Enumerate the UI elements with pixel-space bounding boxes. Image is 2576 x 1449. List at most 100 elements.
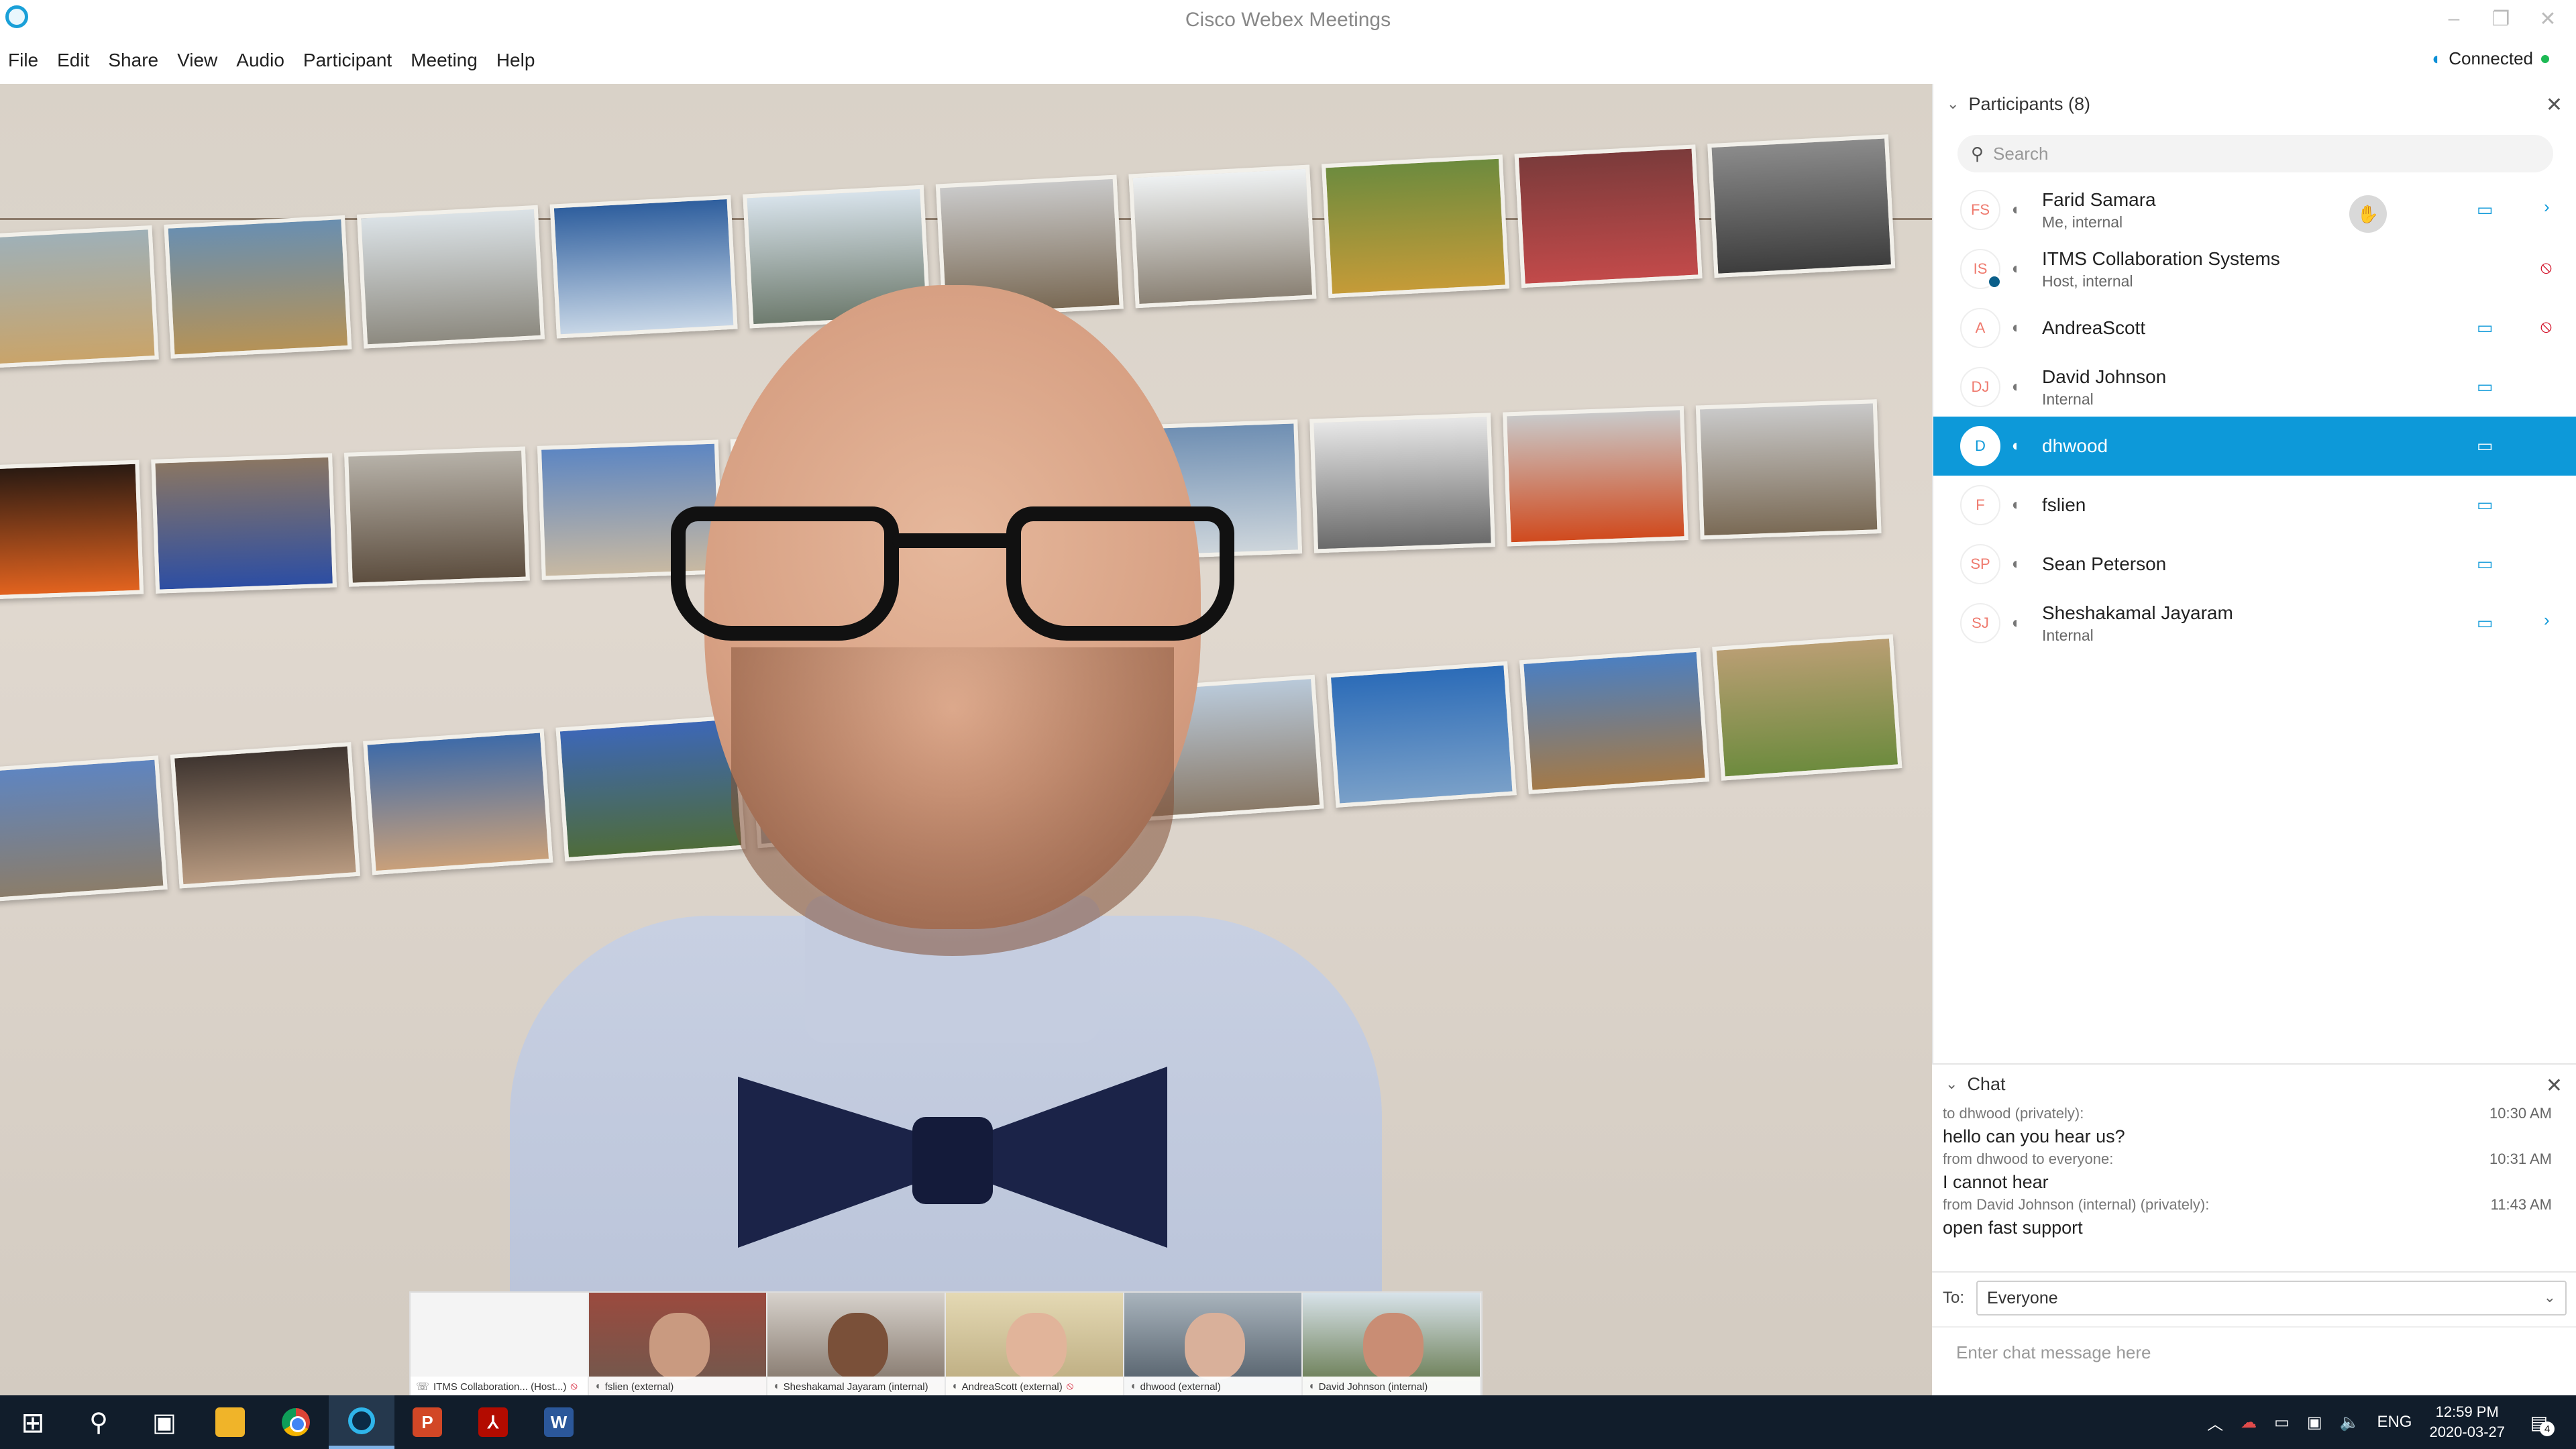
volume-icon[interactable]: 🔈 bbox=[2340, 1413, 2360, 1432]
avatar: DJ bbox=[1960, 367, 2000, 407]
close-chat-icon[interactable]: ✕ bbox=[2546, 1074, 2563, 1097]
chat-recipient-select[interactable]: Everyone ⌄ bbox=[1976, 1281, 2567, 1316]
chat-body: open fast support bbox=[1943, 1217, 2083, 1238]
participant-name: David Johnson bbox=[2042, 366, 2167, 387]
chat-message-input[interactable] bbox=[1956, 1342, 2552, 1383]
acrobat-icon: ⅄ bbox=[478, 1407, 508, 1437]
participants-header[interactable]: ⌄ Participants (8) ✕ bbox=[1933, 84, 2576, 124]
filmstrip-thumb[interactable]: ◖ AndreaScott (external) ⦸ bbox=[946, 1293, 1124, 1395]
menu-meeting[interactable]: Meeting bbox=[411, 50, 478, 71]
video-camera-icon[interactable]: ▭ bbox=[2477, 317, 2493, 338]
search-input[interactable] bbox=[1993, 143, 2517, 164]
menu-audio[interactable]: Audio bbox=[236, 50, 284, 71]
windows-logo-icon: ⊞ bbox=[21, 1406, 45, 1438]
network-icon[interactable]: ▣ bbox=[2307, 1413, 2322, 1432]
bowtie-right bbox=[973, 1067, 1167, 1248]
video-camera-icon[interactable]: ▭ bbox=[2477, 612, 2493, 633]
menu-participant[interactable]: Participant bbox=[303, 50, 392, 71]
thumb-face bbox=[1006, 1313, 1067, 1380]
video-camera-icon[interactable]: ▭ bbox=[2477, 553, 2493, 574]
start-button[interactable]: ⊞ bbox=[0, 1395, 66, 1449]
chevron-down-icon[interactable]: ⌄ bbox=[1947, 95, 1959, 113]
mic-muted-icon[interactable]: ⦸ bbox=[2540, 257, 2552, 278]
participant-row[interactable]: SJ ◖ Sheshakamal Jayaram Internal ▭ › bbox=[1933, 594, 2576, 653]
connection-status[interactable]: ◖ Connected bbox=[2430, 48, 2549, 69]
mic-muted-icon: ⦸ bbox=[570, 1381, 578, 1392]
powerpoint-button[interactable]: P bbox=[394, 1395, 460, 1449]
video-camera-icon[interactable]: ▭ bbox=[2477, 494, 2493, 515]
chat-recipient-value: Everyone bbox=[1987, 1288, 2058, 1307]
video-camera-icon[interactable]: ▭ bbox=[2477, 376, 2493, 397]
chat-meta: from dhwood to everyone: 10:31 AM bbox=[1943, 1149, 2552, 1169]
thumb-face bbox=[1185, 1313, 1245, 1380]
menu-view[interactable]: View bbox=[177, 50, 217, 71]
more-icon[interactable]: › bbox=[2544, 197, 2550, 217]
active-speaker-video[interactable]: ☏ ITMS Collaboration... (Host...) ⦸ ◖ fs… bbox=[0, 84, 1932, 1395]
action-center-button[interactable]: ▤ 4 bbox=[2522, 1405, 2556, 1439]
more-icon[interactable]: › bbox=[2544, 610, 2550, 631]
wall-photo bbox=[0, 755, 168, 902]
search-taskbar-button[interactable]: ⚲ bbox=[66, 1395, 131, 1449]
filmstrip-thumb[interactable]: ◖ David Johnson (internal) bbox=[1303, 1293, 1481, 1395]
chrome-icon bbox=[282, 1408, 310, 1436]
mic-muted-icon[interactable]: ⦸ bbox=[2540, 316, 2552, 337]
chat-to-label: To: bbox=[1943, 1289, 1965, 1307]
clock[interactable]: 12:59 PM 2020-03-27 bbox=[2429, 1402, 2505, 1442]
chevron-up-icon[interactable]: ︿ bbox=[2207, 1411, 2223, 1434]
thumb-caption: ◖ Sheshakamal Jayaram (internal) bbox=[767, 1377, 945, 1395]
battery-icon[interactable]: ▭ bbox=[2274, 1413, 2290, 1432]
wall-photo bbox=[0, 460, 144, 600]
menu-edit[interactable]: Edit bbox=[57, 50, 89, 71]
close-panel-icon[interactable]: ✕ bbox=[2546, 93, 2563, 117]
participant-search[interactable]: ⚲ bbox=[1957, 135, 2553, 172]
thumb-label: Sheshakamal Jayaram (internal) bbox=[783, 1381, 928, 1393]
participant-name: Farid Samara bbox=[2042, 189, 2156, 210]
filmstrip-thumb[interactable]: ☏ ITMS Collaboration... (Host...) ⦸ bbox=[411, 1293, 589, 1395]
participant-row[interactable]: DJ ◖ David Johnson Internal ▭ bbox=[1933, 358, 2576, 417]
minimize-icon[interactable]: – bbox=[2432, 4, 2475, 34]
thumb-label: David Johnson (internal) bbox=[1318, 1381, 1428, 1393]
task-view-button[interactable]: ▣ bbox=[131, 1395, 197, 1449]
search-icon: ⚲ bbox=[1971, 143, 1984, 164]
video-camera-icon[interactable]: ▭ bbox=[2477, 435, 2493, 456]
chevron-down-icon[interactable]: ⌄ bbox=[1945, 1075, 1957, 1093]
audio-icon: ◖ bbox=[951, 1381, 958, 1392]
close-window-icon[interactable]: ✕ bbox=[2526, 4, 2569, 34]
wall-photo bbox=[170, 742, 361, 889]
menu-bar: File Edit Share View Audio Participant M… bbox=[0, 42, 2576, 79]
participant-row[interactable]: A ◖ AndreaScott ▭ ⦸ bbox=[1933, 299, 2576, 358]
menu-share[interactable]: Share bbox=[108, 50, 158, 71]
chat-panel: ⌄ Chat ✕ to dhwood (privately): 10:30 AM… bbox=[1932, 1063, 2576, 1395]
onedrive-icon[interactable]: ☁ bbox=[2241, 1413, 2257, 1432]
participant-row[interactable]: F ◖ fslien ▭ bbox=[1933, 476, 2576, 535]
menu-file[interactable]: File bbox=[8, 50, 38, 71]
participant-row[interactable]: SP ◖ Sean Peterson ▭ bbox=[1933, 535, 2576, 594]
glasses-bridge bbox=[892, 533, 1013, 548]
filmstrip-thumb[interactable]: ◖ fslien (external) bbox=[589, 1293, 767, 1395]
participant-row[interactable]: IS ◖ ITMS Collaboration Systems Host, in… bbox=[1933, 239, 2576, 299]
webex-taskbar-button[interactable] bbox=[329, 1395, 394, 1449]
audio-icon: ◖ bbox=[2010, 319, 2020, 337]
video-camera-icon[interactable]: ▭ bbox=[2477, 199, 2493, 220]
avatar: FS bbox=[1960, 190, 2000, 230]
menu-help[interactable]: Help bbox=[496, 50, 535, 71]
chrome-button[interactable] bbox=[263, 1395, 329, 1449]
chat-title: Chat bbox=[1967, 1073, 2006, 1094]
file-explorer-button[interactable] bbox=[197, 1395, 263, 1449]
word-button[interactable]: W bbox=[526, 1395, 592, 1449]
language-indicator[interactable]: ENG bbox=[2377, 1413, 2412, 1432]
chat-header[interactable]: ⌄ Chat ✕ bbox=[1932, 1065, 2576, 1104]
participant-text: David Johnson Internal bbox=[2042, 366, 2166, 409]
filmstrip-thumb[interactable]: ◖ dhwood (external) bbox=[1124, 1293, 1303, 1395]
participant-row[interactable]: FS ◖ Farid Samara Me, internal ✋ ▭ › bbox=[1933, 180, 2576, 239]
participant-name: fslien bbox=[2042, 494, 2086, 515]
glasses-lens-right bbox=[1006, 506, 1234, 641]
raise-hand-icon[interactable]: ✋ bbox=[2349, 195, 2387, 233]
audio-icon: ◖ bbox=[2010, 437, 2020, 455]
acrobat-button[interactable]: ⅄ bbox=[460, 1395, 526, 1449]
filmstrip-thumb[interactable]: ◖ Sheshakamal Jayaram (internal) bbox=[767, 1293, 946, 1395]
windows-taskbar: ⊞ ⚲ ▣ P ⅄ W ︿ ☁ ▭ ▣ 🔈 ENG 12:59 PM 2020-… bbox=[0, 1395, 2576, 1449]
maximize-icon[interactable]: ❐ bbox=[2479, 4, 2522, 34]
participant-row-selected[interactable]: D ◖ dhwood ▭ bbox=[1933, 417, 2576, 476]
phone-audio-icon: ☏ bbox=[416, 1381, 430, 1393]
